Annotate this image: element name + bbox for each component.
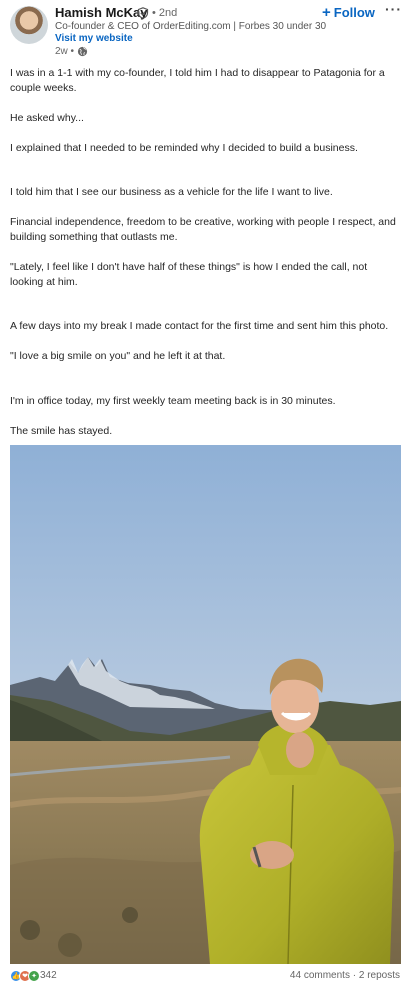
globe-icon: [77, 46, 88, 57]
more-options-icon[interactable]: ···: [385, 1, 402, 17]
reaction-icons[interactable]: 👍 ❤ ✦: [10, 970, 40, 982]
comments-link[interactable]: 44 comments: [290, 970, 350, 981]
stats-separator: ·: [352, 970, 357, 981]
post-paragraph: I'm in office today, my first weekly tea…: [10, 395, 336, 407]
post-paragraph: "I love a big smile on you" and he left …: [10, 350, 226, 362]
website-link[interactable]: Visit my website: [55, 33, 133, 44]
author-name[interactable]: Hamish McKay: [55, 5, 147, 20]
social-bar: 👍 ❤ ✦ 342 44 comments · 2 reposts: [0, 968, 406, 986]
post-header: Hamish McKay • 2nd Co-founder & CEO of O…: [0, 0, 406, 62]
post-paragraph: I explained that I needed to be reminded…: [10, 142, 358, 154]
follow-button[interactable]: + Follow: [322, 5, 375, 20]
post-paragraph: I told him that I see our business as a …: [10, 186, 333, 198]
post-paragraph: The smile has stayed.: [10, 425, 113, 437]
post-paragraph: Financial independence, freedom to be cr…: [10, 216, 396, 243]
celebrate-icon: ✦: [28, 970, 40, 982]
author-headline: Co-founder & CEO of OrderEditing.com | F…: [55, 21, 327, 32]
reposts-link[interactable]: 2 reposts: [359, 970, 400, 981]
plus-icon: +: [322, 4, 331, 21]
engagement-stats: 44 comments · 2 reposts: [290, 970, 400, 981]
follow-label: Follow: [333, 5, 375, 20]
shield-check-icon: [137, 7, 149, 19]
post-paragraph: "Lately, I feel like I don't have half o…: [10, 261, 368, 288]
post-meta: 2w •: [55, 46, 88, 57]
avatar[interactable]: [10, 6, 48, 44]
post-paragraph: I was in a 1-1 with my co-founder, I tol…: [10, 67, 385, 94]
connection-degree: • 2nd: [152, 7, 178, 19]
post-paragraph: A few days into my break I made contact …: [10, 320, 389, 332]
post-photo[interactable]: [10, 445, 401, 964]
reaction-count[interactable]: 342: [40, 970, 57, 981]
post-paragraph: He asked why...: [10, 112, 84, 124]
post-age: 2w •: [55, 46, 75, 57]
